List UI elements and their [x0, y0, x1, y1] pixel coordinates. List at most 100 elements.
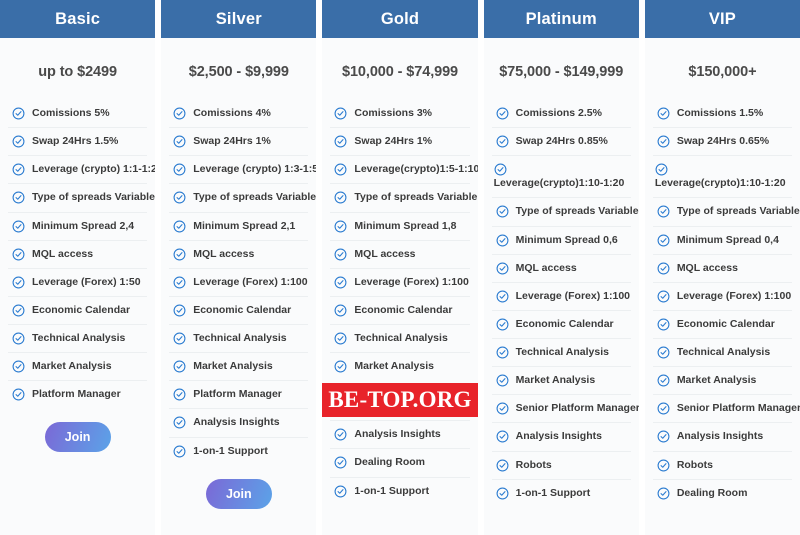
feature-row: Technical Analysis	[8, 324, 148, 352]
check-circle-icon	[657, 205, 670, 218]
check-circle-icon	[334, 428, 347, 441]
feature-label: Leverage (Forex) 1:100	[354, 275, 469, 288]
plan-body: up to $2499 Comissions 5% Swap 24Hrs 1.5% L…	[0, 38, 156, 535]
feature-label: Comissions 4%	[193, 107, 271, 119]
feature-label: Economic Calendar	[32, 303, 131, 316]
feature-row: Leverage (Forex) 1:100	[330, 267, 470, 296]
feature-row: Leverage (crypto) 1:1-1:2	[8, 155, 155, 183]
feature-label: Comissions 3%	[354, 107, 433, 119]
feature-label: Minimum Spread 2,4	[32, 219, 135, 232]
plan-price: $150,000+	[688, 64, 757, 80]
check-circle-icon	[12, 304, 25, 317]
join-button[interactable]: Join	[205, 478, 272, 509]
feature-row: Swap 24Hrs 0.65%	[652, 127, 793, 155]
feature-label: Technical Analysis	[32, 332, 126, 344]
feature-row: Comissions 3%	[330, 100, 469, 127]
feature-label: Economic Calendar	[354, 303, 453, 316]
plan-body: $150,000+ Comissions 1.5% Swap 24Hrs 0.65%…	[644, 38, 800, 535]
feature-row: Leverage (Forex) 1:100	[491, 281, 631, 310]
check-circle-icon	[334, 304, 347, 317]
feature-list: Comissions 2.5% Swap 24Hrs 0.85% Leverage(…	[491, 100, 639, 507]
feature-row: Type of spreads Variable	[169, 183, 316, 211]
feature-row: Robots	[652, 450, 793, 479]
feature-row: Analysis Insights	[330, 420, 470, 448]
feature-row: Minimum Spread 1,8	[330, 211, 470, 240]
check-circle-icon	[173, 248, 186, 261]
feature-row: MQL access	[169, 239, 309, 268]
feature-label: Dealing Room	[354, 456, 425, 469]
feature-label: Economic Calendar	[676, 317, 775, 330]
feature-label: Platform Manager	[32, 388, 121, 401]
feature-label: Leverage (crypto) 1:3-1:5	[193, 163, 317, 176]
plan-body: $75,000 - $149,999 Comissions 2.5% Swap 24…	[483, 38, 639, 535]
feature-label: Platform Manager	[193, 388, 282, 401]
check-circle-icon	[173, 360, 186, 373]
check-circle-icon	[657, 374, 670, 387]
check-circle-icon	[657, 487, 670, 500]
feature-label: Technical Analysis	[193, 332, 287, 344]
check-circle-icon	[12, 332, 25, 345]
feature-label: Comissions 1.5%	[676, 107, 764, 119]
feature-row: Platform Manager	[169, 380, 309, 408]
feature-label: Type of spreads Variable	[354, 191, 478, 204]
feature-row: Analysis Insights	[169, 408, 309, 436]
check-circle-icon	[657, 234, 670, 247]
feature-row: MQL access	[330, 239, 470, 268]
plan-body: $10,000 - $74,999 Comissions 3% Swap 24Hrs…	[322, 38, 478, 535]
join-button[interactable]: Join	[44, 422, 111, 453]
feature-label: Type of spreads Variable	[32, 191, 155, 204]
feature-row: Type of spreads Variable	[491, 197, 639, 225]
check-circle-icon	[173, 445, 186, 458]
plan-card-silver: Silver $2,500 - $9,999 Comissions 4% Swap 2…	[161, 0, 317, 535]
check-circle-icon	[496, 290, 509, 303]
feature-row: Swap 24Hrs 1%	[330, 127, 470, 155]
feature-row: Leverage(crypto)1:5-1:10	[330, 155, 478, 183]
feature-row: Robots	[491, 450, 631, 479]
feature-row: 1-on-1 Support	[491, 478, 631, 507]
check-circle-icon	[496, 135, 509, 148]
feature-row: Leverage(crypto)1:10-1:20	[491, 155, 631, 197]
plan-card-vip: VIP $150,000+ Comissions 1.5% Swap 24Hrs 0.…	[644, 0, 800, 535]
feature-label: Market Analysis	[515, 374, 596, 387]
plan-card-gold: Gold $10,000 - $74,999 Comissions 3% Swap 2…	[322, 0, 478, 535]
feature-row: Dealing Room	[652, 478, 793, 507]
feature-label: Comissions 2.5%	[515, 107, 602, 119]
feature-label: 1-on-1 Support	[354, 484, 430, 497]
check-circle-icon	[494, 163, 507, 176]
feature-row: Technical Analysis	[652, 338, 793, 366]
feature-row: 1-on-1 Support	[169, 436, 309, 465]
check-circle-icon	[173, 332, 186, 345]
check-circle-icon	[657, 318, 670, 331]
feature-row: Comissions 4%	[169, 100, 308, 127]
plan-price: $75,000 - $149,999	[499, 64, 624, 80]
check-circle-icon	[496, 234, 509, 247]
check-circle-icon	[173, 220, 186, 233]
check-circle-icon	[657, 135, 670, 148]
feature-row: Leverage (crypto) 1:3-1:5	[169, 155, 316, 183]
check-circle-icon	[12, 107, 25, 120]
feature-label: MQL access	[193, 247, 255, 260]
feature-label: Analysis Insights	[676, 430, 764, 443]
check-circle-icon	[12, 360, 25, 373]
feature-label: Leverage (Forex) 1:100	[193, 275, 308, 288]
check-circle-icon	[496, 487, 509, 500]
check-circle-icon	[496, 459, 509, 472]
feature-label: Analysis Insights	[193, 416, 280, 429]
feature-row: Analysis Insights	[652, 422, 793, 450]
feature-label: Swap 24Hrs 0.65%	[676, 135, 770, 148]
plan-title: Silver	[161, 0, 317, 38]
feature-row: Swap 24Hrs 0.85%	[491, 127, 631, 155]
feature-row: Technical Analysis	[169, 324, 309, 352]
feature-label: Market Analysis	[193, 360, 273, 373]
feature-row: Market Analysis	[491, 366, 631, 394]
feature-label: 1-on-1 Support	[193, 444, 268, 457]
feature-label: Economic Calendar	[193, 303, 292, 316]
feature-row: MQL access	[491, 253, 631, 282]
feature-row: Market Analysis	[8, 352, 148, 380]
feature-label: Senior Platform Manager	[515, 402, 639, 415]
plan-title: VIP	[644, 0, 800, 38]
feature-list: Comissions 1.5% Swap 24Hrs 0.65% Leverage(…	[652, 100, 800, 507]
check-circle-icon	[334, 360, 347, 373]
feature-row: Economic Calendar	[652, 309, 793, 338]
feature-row: Platform Manager	[8, 380, 148, 408]
